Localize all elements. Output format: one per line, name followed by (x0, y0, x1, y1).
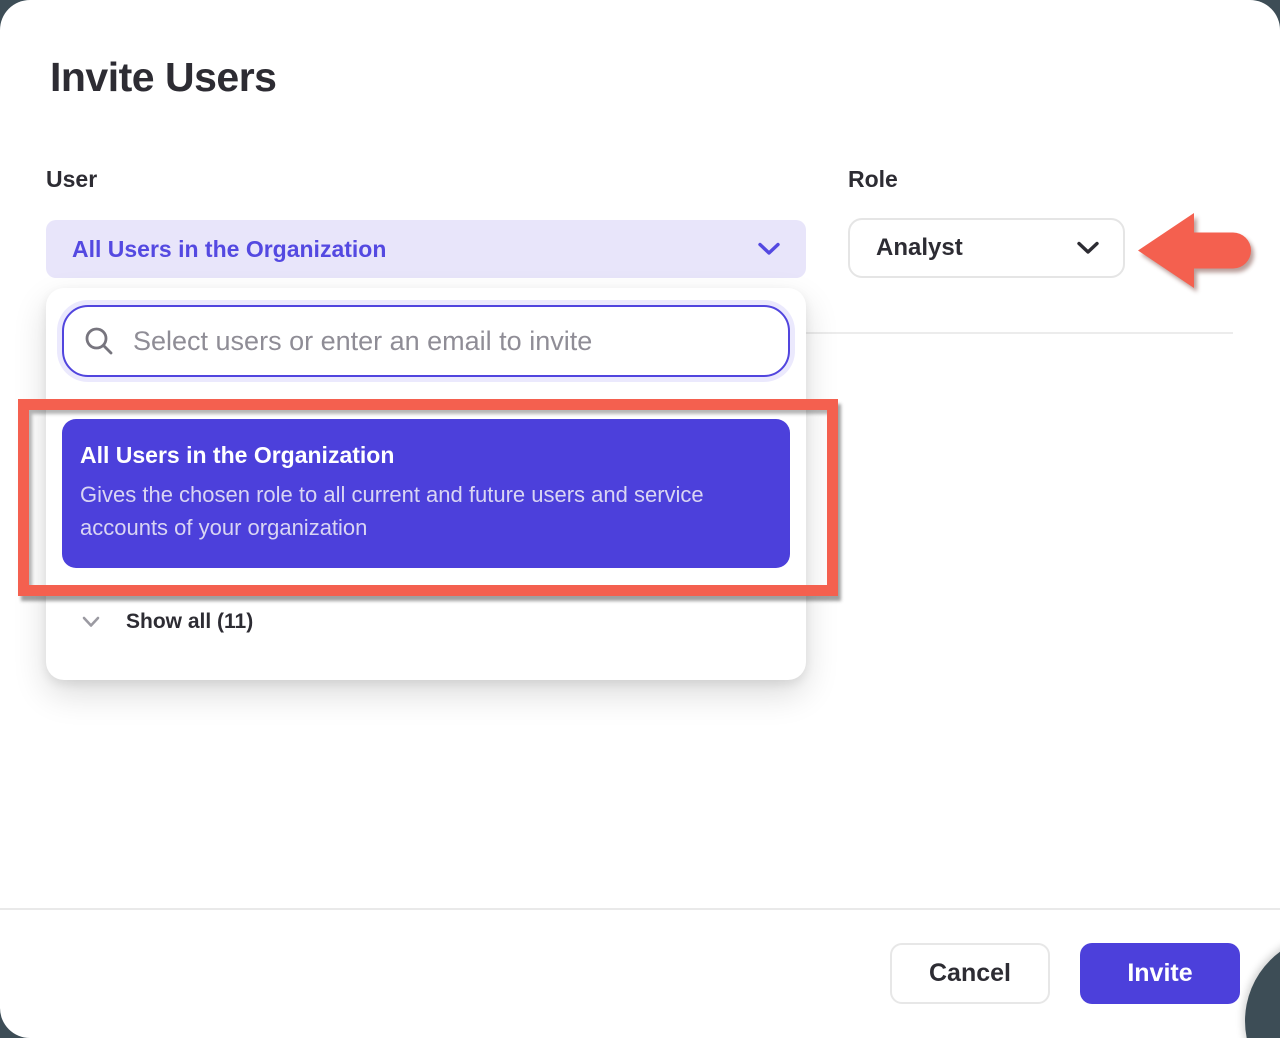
chevron-down-icon (82, 616, 100, 628)
user-search-input[interactable] (133, 326, 763, 357)
user-dropdown-panel: All Users in the Organization Gives the … (46, 288, 806, 680)
option-all-users-in-organization[interactable]: All Users in the Organization Gives the … (62, 419, 790, 568)
cancel-button[interactable]: Cancel (890, 943, 1050, 1004)
page-title: Invite Users (50, 54, 276, 101)
footer-divider (0, 908, 1280, 910)
user-field-label: User (46, 166, 97, 193)
screen-backdrop: Invite Users User Role All Users in the … (0, 0, 1280, 1038)
user-select-value: All Users in the Organization (72, 236, 758, 263)
chevron-down-icon (1077, 241, 1099, 255)
role-select-value: Analyst (876, 234, 1077, 262)
search-icon (83, 325, 115, 357)
user-search-box[interactable] (62, 305, 790, 377)
user-select[interactable]: All Users in the Organization (46, 220, 806, 278)
chat-widget-button[interactable] (1245, 935, 1280, 1038)
option-title: All Users in the Organization (80, 442, 770, 469)
option-description: Gives the chosen role to all current and… (80, 478, 770, 544)
show-all-label: Show all (11) (126, 610, 253, 634)
invite-users-modal: Invite Users User Role All Users in the … (0, 0, 1280, 1038)
show-all-toggle[interactable]: Show all (11) (46, 604, 806, 640)
annotation-arrow-shape (1138, 213, 1251, 288)
role-select[interactable]: Analyst (848, 218, 1125, 278)
role-field-label: Role (848, 166, 898, 193)
chevron-down-icon (758, 242, 780, 256)
annotation-arrow-icon (1138, 211, 1252, 295)
invite-button[interactable]: Invite (1080, 943, 1240, 1004)
